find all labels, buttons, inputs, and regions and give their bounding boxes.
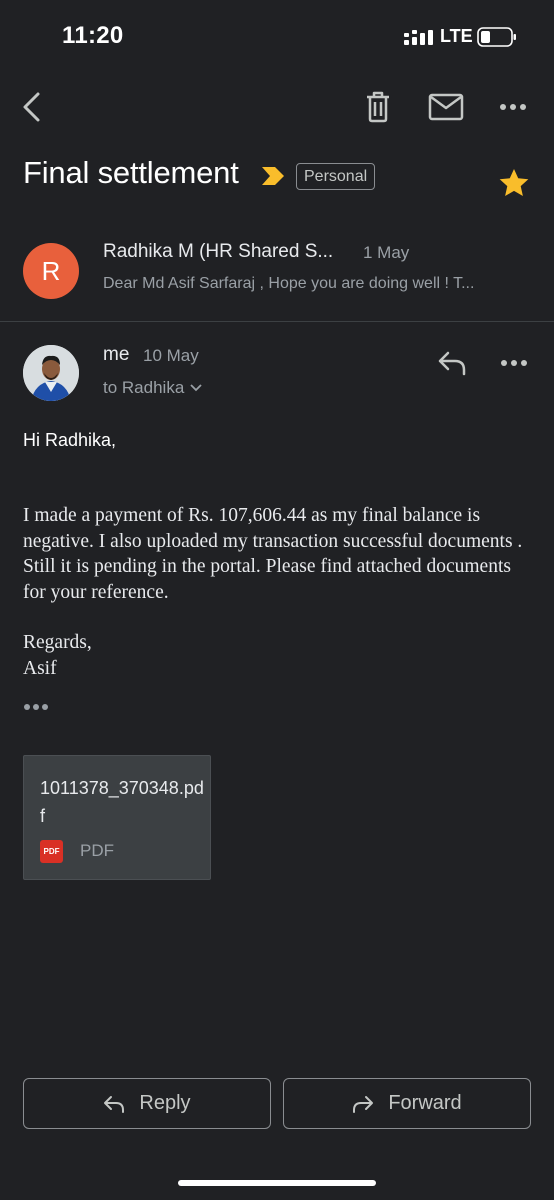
trash-icon[interactable] bbox=[362, 90, 394, 124]
pdf-icon: PDF bbox=[40, 840, 63, 863]
signature-line: Asif bbox=[23, 657, 57, 679]
thread-subject: Final settlement bbox=[23, 155, 239, 190]
chevron-down-icon bbox=[190, 384, 202, 392]
battery-icon bbox=[477, 27, 516, 47]
attachment-card[interactable]: 1011378_370348.pdf PDF PDF bbox=[23, 755, 211, 880]
reply-icon[interactable] bbox=[437, 350, 467, 376]
signoff-line: Regards, bbox=[23, 632, 92, 653]
network-type: LTE bbox=[440, 26, 473, 46]
more-horizontal-icon[interactable] bbox=[499, 101, 527, 113]
avatar[interactable] bbox=[23, 345, 79, 401]
message-snippet[interactable]: Dear Md Asif Sarfaraj , Hope you are doi… bbox=[103, 275, 533, 293]
recipient-text: to Radhika bbox=[103, 378, 185, 397]
attachment-type: PDF bbox=[80, 841, 114, 860]
profile-photo-icon bbox=[23, 345, 79, 401]
signal-icon bbox=[404, 30, 433, 45]
reply-label: Reply bbox=[139, 1092, 191, 1114]
show-trimmed-content-icon[interactable] bbox=[23, 702, 49, 712]
star-icon[interactable] bbox=[498, 167, 530, 199]
message-sender[interactable]: me bbox=[103, 344, 129, 366]
forward-icon bbox=[353, 1095, 374, 1113]
reply-button[interactable]: Reply bbox=[23, 1078, 271, 1129]
message-greeting: Hi Radhika, bbox=[23, 430, 117, 450]
avatar[interactable]: R bbox=[23, 243, 79, 299]
label-chip[interactable]: Personal bbox=[296, 163, 376, 190]
status-time: 11:20 bbox=[62, 22, 124, 49]
forward-button[interactable]: Forward bbox=[283, 1078, 531, 1129]
message-sender[interactable]: Radhika M (HR Shared S... bbox=[103, 241, 333, 263]
reply-icon bbox=[104, 1095, 125, 1113]
message-date: 1 May bbox=[363, 243, 410, 262]
forward-label: Forward bbox=[388, 1092, 462, 1114]
home-indicator[interactable] bbox=[178, 1180, 376, 1186]
recipients-toggle[interactable]: to Radhika bbox=[103, 378, 202, 398]
message-body: I made a payment of Rs. 107,606.44 as my… bbox=[23, 505, 523, 603]
divider bbox=[0, 321, 554, 322]
more-horizontal-icon[interactable] bbox=[500, 357, 528, 369]
message-date: 10 May bbox=[143, 346, 199, 365]
importance-marker-icon[interactable] bbox=[260, 165, 286, 187]
attachment-name: 1011378_370348.pdf bbox=[40, 778, 204, 826]
mail-icon[interactable] bbox=[428, 93, 464, 121]
back-arrow-icon[interactable] bbox=[18, 90, 48, 124]
message-signoff: Regards, Asif bbox=[23, 630, 92, 681]
